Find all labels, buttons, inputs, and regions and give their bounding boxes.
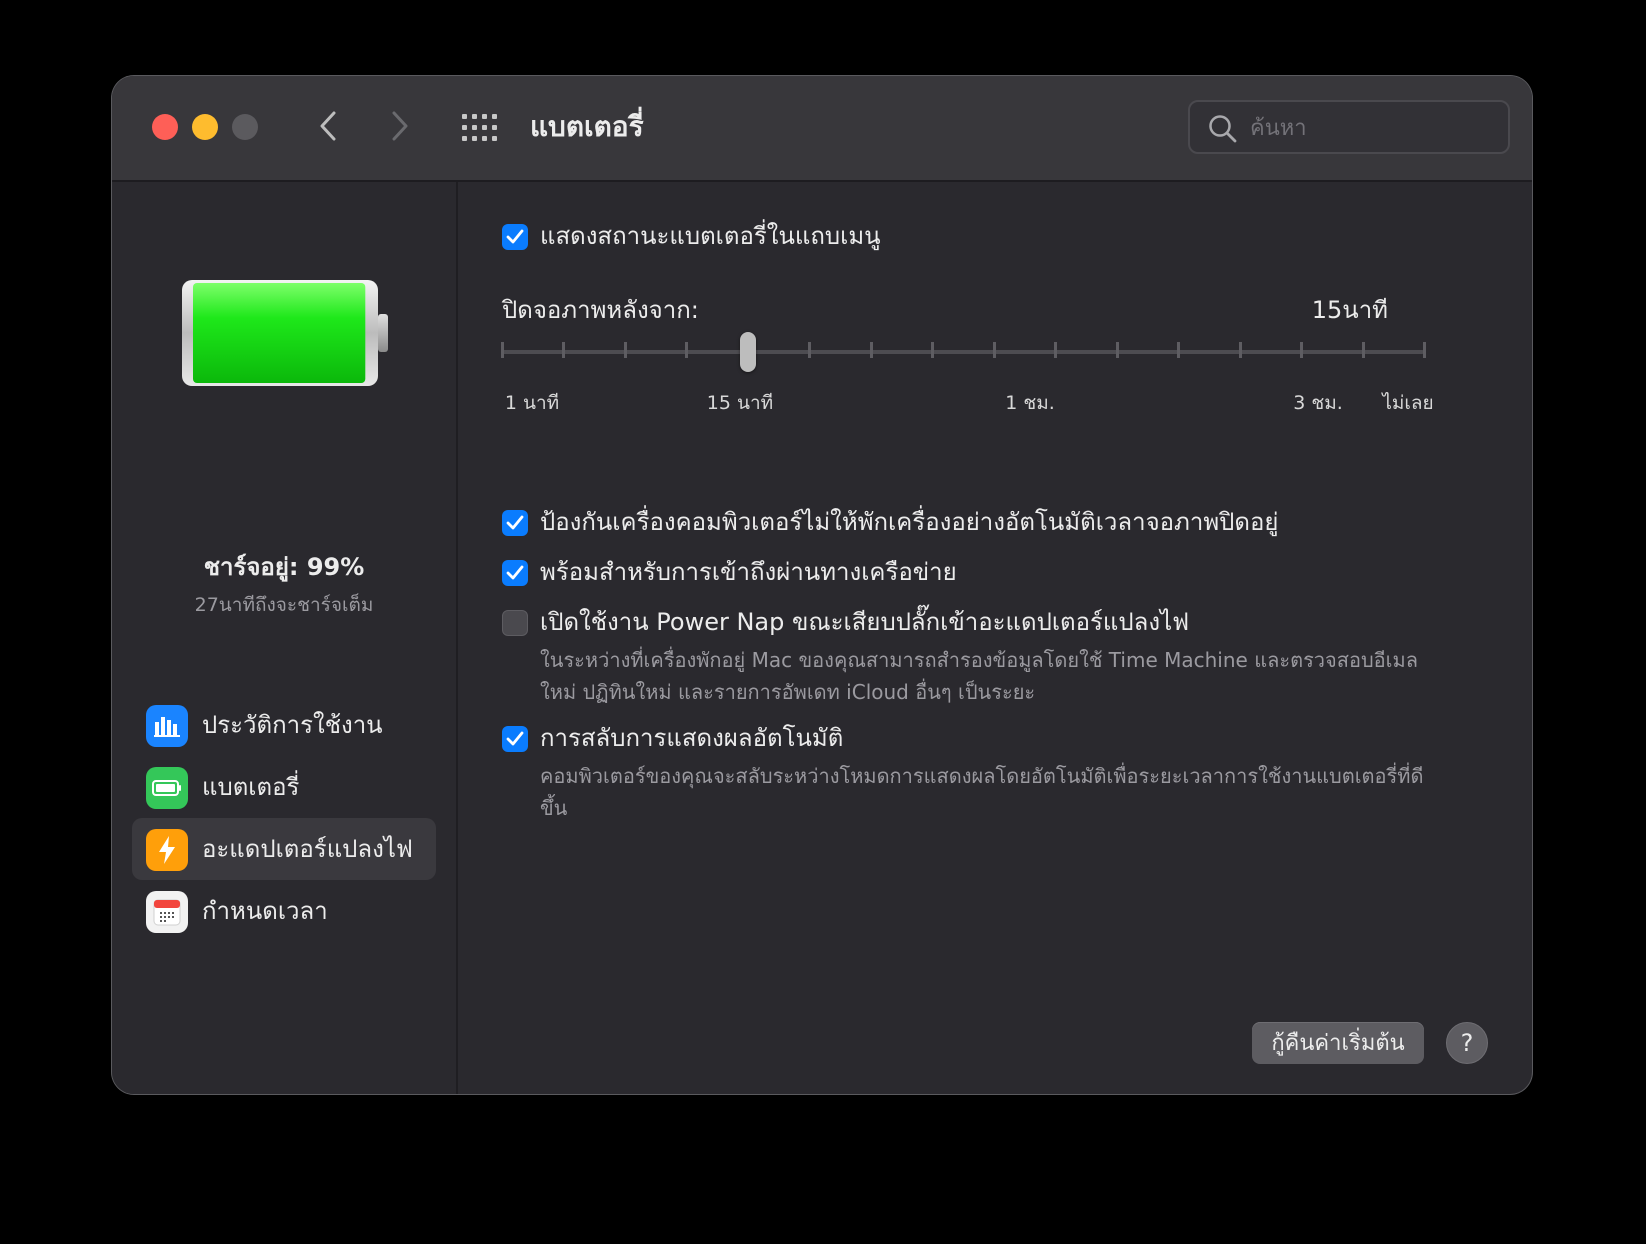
slider-tick bbox=[808, 342, 812, 358]
auto-graphics-switching-description: คอมพิวเตอร์ของคุณจะสลับระหว่างโหมดการแสด… bbox=[540, 764, 1424, 820]
sidebar: ชาร์จอยู่: 99% 27นาทีถึงจะชาร์จเต็ม ประว… bbox=[112, 182, 458, 1094]
power-nap-checkbox[interactable] bbox=[502, 610, 528, 636]
zoom-button[interactable] bbox=[232, 114, 258, 140]
prevent-sleep-label: ป้องกันเครื่องคอมพิวเตอร์ไม่ให้พักเครื่อ… bbox=[540, 508, 1279, 536]
show-battery-status-label: แสดงสถานะแบตเตอรี่ในแถบเมนู bbox=[540, 222, 881, 250]
slider-tick bbox=[1054, 342, 1058, 358]
back-button[interactable] bbox=[308, 106, 348, 146]
tick-label-15-min: 15 นาที bbox=[706, 392, 774, 414]
sidebar-item-label: อะแดปเตอร์แปลงไฟ bbox=[202, 835, 413, 863]
sidebar-item-label: กำหนดเวลา bbox=[202, 897, 328, 925]
restore-defaults-button[interactable]: กู้คืนค่าเริ่มต้น bbox=[1252, 1022, 1424, 1064]
system-preferences-window: แบตเตอรี่ ชาร์จอยู่: 99% 27 bbox=[112, 76, 1532, 1094]
tick-label-never: ไม่เลย bbox=[1382, 392, 1434, 414]
charge-status-title: ชาร์จอยู่: 99% bbox=[203, 553, 365, 581]
checkmark-icon bbox=[506, 515, 524, 530]
checkmark-icon bbox=[506, 565, 524, 580]
display-off-slider[interactable] bbox=[501, 332, 1426, 372]
network-access-label: พร้อมสำหรับการเข้าถึงผ่านทางเครือข่าย bbox=[540, 558, 957, 586]
sidebar-item-power-adapter[interactable]: อะแดปเตอร์แปลงไฟ bbox=[132, 818, 436, 880]
close-button[interactable] bbox=[152, 114, 178, 140]
calendar-icon bbox=[146, 891, 188, 933]
slider-tick bbox=[685, 342, 689, 358]
tick-label-1-hour: 1 ชม. bbox=[1005, 392, 1055, 414]
slider-tick bbox=[931, 342, 935, 358]
power-nap-description: ในระหว่างที่เครื่องพักอยู่ Mac ของคุณสาม… bbox=[540, 648, 1418, 704]
battery-status-icon bbox=[182, 280, 388, 386]
lightning-icon bbox=[146, 829, 188, 871]
sidebar-item-schedule[interactable]: กำหนดเวลา bbox=[132, 880, 436, 942]
slider-track bbox=[502, 350, 1424, 354]
slider-tick bbox=[1300, 342, 1304, 358]
slider-tick bbox=[869, 342, 873, 358]
slider-tick-labels: 1 นาที 15 นาที 1 ชม. 3 ชม. ไม่เลย bbox=[502, 388, 1492, 418]
chevron-left-icon bbox=[320, 111, 336, 141]
slider-tick bbox=[1115, 342, 1119, 358]
title-bar: แบตเตอรี่ bbox=[112, 76, 1532, 182]
window-title: แบตเตอรี่ bbox=[530, 110, 644, 143]
display-off-label: ปิดจอภาพหลังจาก: bbox=[502, 296, 699, 324]
slider-tick bbox=[501, 342, 504, 358]
forward-button[interactable] bbox=[380, 106, 420, 146]
search-input[interactable] bbox=[1248, 110, 1502, 146]
bar-chart-icon bbox=[146, 705, 188, 747]
tick-label-3-hours: 3 ชม. bbox=[1293, 392, 1343, 414]
sidebar-item-usage-history[interactable]: ประวัติการใช้งาน bbox=[132, 694, 436, 756]
settings-pane: แสดงสถานะแบตเตอรี่ในแถบเมนู ปิดจอภาพหลัง… bbox=[458, 182, 1532, 1094]
slider-tick bbox=[623, 342, 627, 358]
search-field[interactable] bbox=[1188, 100, 1510, 154]
checkmark-icon bbox=[506, 731, 524, 746]
search-icon bbox=[1209, 115, 1237, 143]
power-nap-label: เปิดใช้งาน Power Nap ขณะเสียบปลั๊กเข้าอะ… bbox=[540, 608, 1190, 636]
sidebar-item-label: แบตเตอรี่ bbox=[202, 773, 300, 801]
help-button[interactable]: ? bbox=[1446, 1022, 1488, 1064]
checkmark-icon bbox=[506, 229, 524, 244]
slider-tick bbox=[1361, 342, 1365, 358]
slider-tick bbox=[1423, 342, 1426, 358]
minimize-button[interactable] bbox=[192, 114, 218, 140]
display-off-value: 15นาที bbox=[1311, 296, 1388, 324]
network-access-checkbox[interactable] bbox=[502, 560, 528, 586]
slider-tick bbox=[992, 342, 996, 358]
show-all-grid-icon[interactable] bbox=[462, 110, 502, 144]
tick-label-1-min: 1 นาที bbox=[504, 392, 560, 414]
sidebar-item-label: ประวัติการใช้งาน bbox=[202, 711, 383, 739]
prevent-sleep-checkbox[interactable] bbox=[502, 510, 528, 536]
chevron-right-icon bbox=[392, 111, 408, 141]
slider-tick bbox=[562, 342, 566, 358]
auto-graphics-switching-label: การสลับการแสดงผลอัตโนมัติ bbox=[540, 724, 844, 752]
charge-time-remaining: 27นาทีถึงจะชาร์จเต็ม bbox=[194, 594, 374, 616]
battery-icon bbox=[146, 767, 188, 809]
slider-tick bbox=[1238, 342, 1242, 358]
show-battery-status-checkbox[interactable] bbox=[502, 224, 528, 250]
slider-tick bbox=[1177, 342, 1181, 358]
slider-thumb[interactable] bbox=[739, 332, 756, 372]
auto-graphics-switching-checkbox[interactable] bbox=[502, 726, 528, 752]
sidebar-item-battery[interactable]: แบตเตอรี่ bbox=[132, 756, 436, 818]
